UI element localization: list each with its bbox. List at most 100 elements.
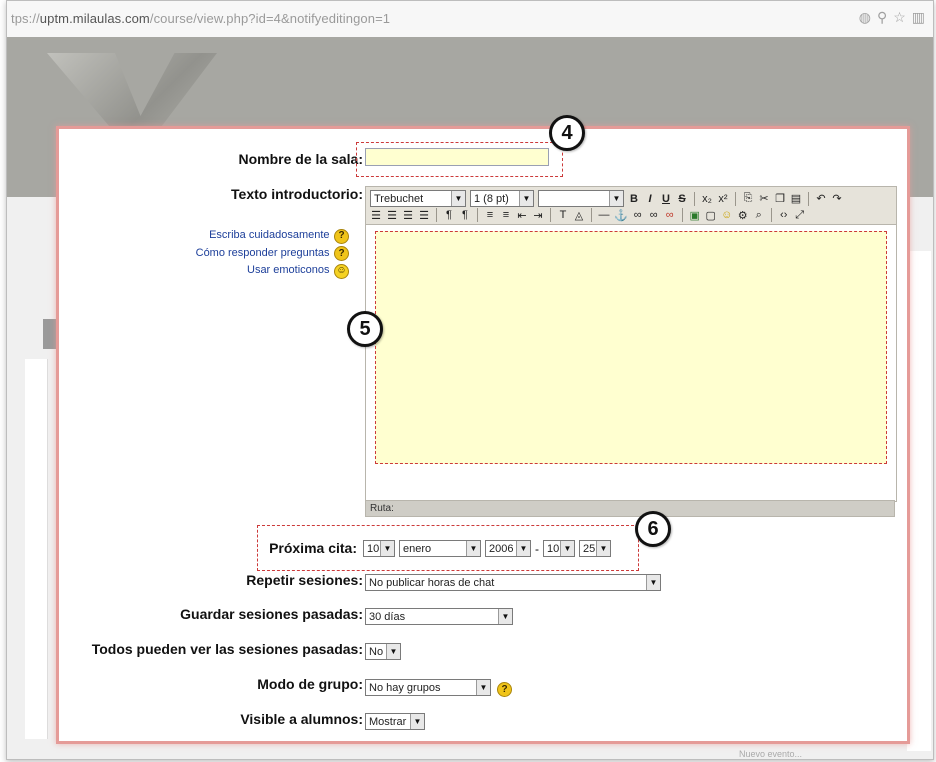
align-right-icon[interactable]: ☰: [402, 208, 414, 222]
address-bar[interactable]: tps://uptm.milaulas.com/course/view.php?…: [7, 1, 933, 38]
group-mode-label: Modo de grupo:: [257, 676, 363, 692]
help-icon[interactable]: ?: [334, 246, 349, 261]
year-select-value: 2006: [489, 542, 514, 555]
ltr-icon[interactable]: ¶: [443, 208, 455, 222]
bg-color-icon[interactable]: ◬: [573, 208, 585, 222]
underline-button[interactable]: U: [660, 192, 672, 206]
editor-status-bar: Ruta:: [365, 500, 895, 517]
visible-value: Mostrar: [369, 715, 407, 728]
everyone-sees-label: Todos pueden ver las sesiones pasadas:: [91, 641, 363, 657]
help-icon[interactable]: ?: [497, 682, 512, 697]
bold-button[interactable]: B: [628, 192, 640, 206]
menu-icon[interactable]: ▥: [912, 9, 925, 26]
group-mode-select[interactable]: No hay grupos ▼: [365, 679, 491, 696]
smiley-icon[interactable]: ☺: [334, 263, 349, 279]
chevron-down-icon: ▼: [498, 609, 512, 624]
emoticon-icon[interactable]: ☺: [721, 208, 733, 222]
chevron-down-icon: ▼: [476, 680, 490, 695]
anchor-icon[interactable]: ⚓: [614, 208, 628, 222]
italic-button[interactable]: I: [644, 192, 656, 206]
rtl-icon[interactable]: ¶: [459, 208, 471, 222]
clean-word-icon[interactable]: ⎘: [742, 192, 754, 206]
chat-settings-form: Nombre de la sala: 4 Texto introductorio…: [56, 115, 910, 744]
special-char-icon[interactable]: ⚙: [737, 208, 749, 222]
copy-icon[interactable]: ❐: [774, 192, 786, 206]
month-select[interactable]: enero ▼: [399, 540, 481, 557]
right-column: [907, 251, 931, 751]
url-prefix: tps://: [11, 11, 40, 26]
callout-6-badge: 6: [635, 511, 671, 547]
date-time-separator: -: [535, 541, 539, 556]
search-replace-icon[interactable]: ⌕: [753, 208, 765, 222]
chevron-down-icon: ▼: [596, 541, 610, 556]
justify-icon[interactable]: ☰: [418, 208, 430, 222]
ordered-list-icon[interactable]: ≡: [484, 208, 496, 222]
toolbar-separator: [681, 208, 683, 222]
unordered-list-icon[interactable]: ≡: [500, 208, 512, 222]
minute-select[interactable]: 25 ▼: [579, 540, 611, 557]
star-icon[interactable]: ☆: [893, 9, 906, 26]
callout-5-badge: 5: [347, 311, 383, 347]
unlink-icon[interactable]: ∞: [648, 208, 660, 222]
fullscreen-icon[interactable]: ⤢: [794, 208, 806, 222]
strikethrough-button[interactable]: S: [676, 192, 688, 206]
superscript-button[interactable]: x²: [717, 192, 729, 206]
shield-icon[interactable]: ◍: [859, 9, 871, 26]
chevron-down-icon: ▼: [560, 541, 574, 556]
month-select-value: enero: [403, 542, 432, 555]
minute-select-value: 25: [583, 542, 596, 555]
chevron-down-icon: ▼: [646, 575, 660, 590]
chevron-down-icon: ▼: [380, 541, 394, 556]
keep-sessions-value: 30 días: [369, 610, 406, 623]
name-label: Nombre de la sala:: [238, 151, 364, 167]
nolink-icon[interactable]: ∞: [664, 208, 676, 222]
callout-4-badge: 4: [549, 115, 585, 151]
zoom-icon[interactable]: ⚲: [877, 9, 887, 26]
new-event-link[interactable]: Nuevo evento...: [739, 749, 802, 759]
visible-select[interactable]: Mostrar ▼: [365, 713, 425, 730]
editor-toolbar: Trebuchet ▼ 1 (8 pt) ▼ ▼ B I U S x₂ x² ⎘ ✂…: [365, 186, 897, 225]
url-text[interactable]: tps://uptm.milaulas.com/course/view.php?…: [11, 11, 390, 26]
help-link-careful[interactable]: Escriba cuidadosamente: [209, 229, 329, 241]
redo-icon[interactable]: ↷: [831, 192, 843, 206]
cut-icon[interactable]: ✂: [758, 192, 770, 206]
callout-5-area: [375, 231, 887, 464]
image-icon[interactable]: ▣: [689, 208, 701, 222]
hour-select[interactable]: 10 ▼: [543, 540, 575, 557]
repeat-sessions-label: Repetir sesiones:: [246, 572, 363, 588]
link-icon[interactable]: ∞: [632, 208, 644, 222]
repeat-sessions-value: No publicar horas de chat: [369, 576, 495, 589]
toolbar-separator: [477, 208, 478, 222]
font-select[interactable]: Trebuchet ▼: [370, 190, 466, 207]
intro-text-editor[interactable]: [365, 224, 897, 502]
chevron-down-icon: ▼: [410, 714, 424, 729]
table-icon[interactable]: ▢: [705, 208, 717, 222]
help-icon[interactable]: ?: [334, 228, 349, 244]
indent-icon[interactable]: ⇥: [532, 208, 544, 222]
year-select[interactable]: 2006 ▼: [485, 540, 531, 557]
style-select[interactable]: ▼: [538, 190, 624, 207]
size-select-value: 1 (8 pt): [474, 192, 509, 205]
next-appointment-controls: 10 ▼ enero ▼ 2006 ▼ - 10 ▼ 25 ▼: [363, 540, 611, 557]
help-link-answer[interactable]: Cómo responder preguntas: [196, 247, 330, 259]
everyone-sees-select[interactable]: No ▼: [365, 643, 401, 660]
size-select[interactable]: 1 (8 pt) ▼: [470, 190, 534, 207]
repeat-sessions-select[interactable]: No publicar horas de chat ▼: [365, 574, 661, 591]
align-center-icon[interactable]: ☰: [386, 208, 398, 222]
help-link-emoticons[interactable]: Usar emoticonos: [247, 264, 330, 276]
undo-icon[interactable]: ↶: [815, 192, 827, 206]
keep-sessions-select[interactable]: 30 días ▼: [365, 608, 513, 625]
chevron-down-icon: ▼: [466, 541, 480, 556]
day-select[interactable]: 10 ▼: [363, 540, 395, 557]
text-color-icon[interactable]: T: [557, 208, 569, 222]
horizontal-rule-icon[interactable]: —: [598, 208, 610, 222]
html-source-icon[interactable]: ‹›: [778, 208, 790, 222]
outdent-icon[interactable]: ⇤: [516, 208, 528, 222]
toolbar-separator: [591, 208, 592, 222]
url-host: uptm.milaulas.com: [39, 11, 150, 26]
toolbar-separator: [550, 208, 551, 222]
subscript-button[interactable]: x₂: [701, 192, 713, 206]
align-left-icon[interactable]: ☰: [370, 208, 382, 222]
room-name-input[interactable]: [365, 148, 549, 166]
paste-icon[interactable]: ▤: [790, 192, 802, 206]
